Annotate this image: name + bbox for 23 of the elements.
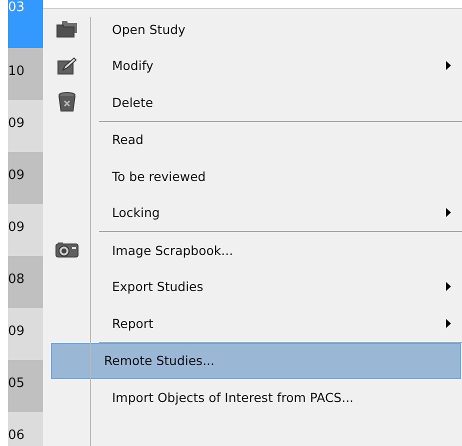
menu-item[interactable]: Read [99,122,462,158]
menu-item[interactable]: Open Study [99,11,462,48]
list-cell[interactable]: 08 [8,256,43,308]
menu-item[interactable]: Export Studies [99,268,462,305]
menu-item[interactable]: Modify [99,48,462,84]
menu-item[interactable]: To be reviewed [99,158,462,194]
folder-icon [56,20,78,38]
list-cell[interactable]: 06 [8,412,43,446]
list-cell[interactable]: 09 [8,204,43,256]
list-cell[interactable]: 10 [8,48,43,100]
menu-item[interactable]: Remote Studies... [51,342,461,379]
menu-item[interactable]: Delete [99,84,462,120]
menu-item[interactable]: Locking [99,194,462,231]
list-cell[interactable]: 09 [8,152,43,204]
trash-icon [58,92,76,112]
list-cell[interactable]: 05 [8,360,43,412]
menu-item[interactable]: Report [99,305,462,342]
list-cell[interactable]: 09 [8,100,43,152]
menu-item[interactable]: Image Scrapbook... [99,232,462,268]
menu-item[interactable]: Import Objects of Interest from PACS... [99,379,462,416]
camera-icon [55,242,79,258]
list-cell[interactable]: 09 [8,308,43,360]
edit-icon [57,56,77,75]
